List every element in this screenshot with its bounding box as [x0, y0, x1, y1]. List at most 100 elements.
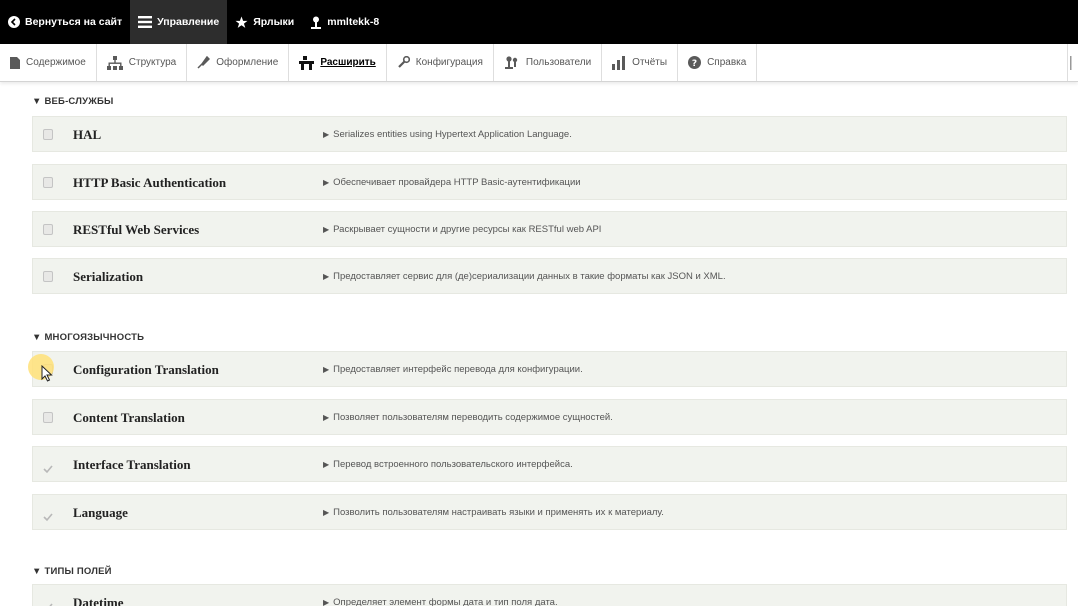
help-icon: ?: [688, 56, 702, 69]
tray-item-reports[interactable]: Отчёты: [602, 44, 679, 81]
module-description-toggle[interactable]: ▶ Serializes entities using Hypertext App…: [323, 117, 572, 153]
shortcuts-label: Ярлыки: [253, 16, 295, 28]
module-description: Предоставляет интерфейс перевода для кон…: [333, 364, 583, 375]
tray-item-appearance[interactable]: Оформление: [187, 44, 290, 81]
expand-arrow-icon: ▶: [323, 130, 330, 139]
module-description-toggle[interactable]: ▶ Определяет элемент формы дата и тип пол…: [323, 585, 558, 606]
module-row-restful: RESTful Web Services ▶ Раскрывает сущност…: [32, 211, 1067, 247]
tray-label-reports: Отчёты: [632, 57, 668, 68]
tray-item-people[interactable]: Пользователи: [494, 44, 603, 81]
expand-arrow-icon: ▶: [323, 413, 330, 422]
user-menu[interactable]: mmltekk-8: [302, 0, 387, 44]
check-icon: [43, 513, 53, 522]
manage-menu[interactable]: Управление: [130, 0, 228, 44]
module-checkbox-serialization[interactable]: [43, 271, 53, 282]
module-checkbox-datetime: [43, 597, 53, 606]
group-title-web-services[interactable]: ▼ ВЕБ-СЛУЖБЫ: [32, 96, 114, 107]
expand-arrow-icon: ▶: [323, 508, 330, 517]
module-name: Interface Translation: [73, 457, 191, 472]
hamburger-icon: [138, 16, 153, 28]
tray-item-extend[interactable]: Расширить: [289, 44, 387, 81]
tray-item-help[interactable]: ? Справка: [678, 44, 758, 81]
module-description-toggle[interactable]: ▶ Обеспечивает провайдера HTTP Basic-ауте…: [323, 165, 581, 201]
module-checkbox-hal[interactable]: [43, 129, 53, 140]
module-description: Позволяет пользователям переводить содер…: [333, 412, 613, 423]
expand-arrow-icon: ▶: [323, 225, 330, 234]
check-icon: [49, 603, 53, 606]
tray-label-appearance: Оформление: [216, 57, 279, 68]
expand-arrow-icon: ▶: [323, 598, 330, 606]
module-description-toggle[interactable]: ▶ Перевод встроенного пользовательского и…: [323, 447, 573, 483]
tray-label-configuration: Конфигурация: [415, 57, 483, 68]
module-row-datetime: Datetime ▶ Определяет элемент формы дата …: [32, 584, 1067, 606]
expand-arrow-icon: ▶: [323, 272, 330, 281]
module-description: Раскрывает сущности и другие ресурсы как…: [333, 224, 602, 235]
module-row-http-basic-auth: HTTP Basic Authentication ▶ Обеспечивает …: [32, 164, 1067, 200]
module-row-language: Language ▶ Позволить пользователям настра…: [32, 494, 1067, 530]
back-to-site-label: Вернуться на сайт: [25, 16, 123, 28]
module-row-config-translation: Configuration Translation ▶ Предоставляет…: [32, 351, 1067, 387]
module-row-hal: HAL ▶ Serializes entities using Hypertext…: [32, 116, 1067, 152]
module-description-toggle[interactable]: ▶ Позволить пользователям настраивать язы…: [323, 495, 664, 531]
module-name: Language: [73, 505, 128, 520]
module-row-serialization: Serialization ▶ Предоставляет сервис для …: [32, 258, 1067, 294]
extend-icon: [299, 55, 315, 70]
module-checkbox-content-translation[interactable]: [43, 412, 53, 423]
module-description-toggle[interactable]: ▶ Предоставляет сервис для (де)сериализац…: [323, 259, 726, 295]
svg-text:?: ?: [692, 59, 697, 69]
shortcuts-menu[interactable]: Ярлыки: [227, 0, 302, 44]
module-list: ▼ ВЕБ-СЛУЖБЫ HAL ▶ Serializes entities us…: [0, 82, 1078, 606]
user-label: mmltekk-8: [327, 16, 380, 28]
module-description: Предоставляет сервис для (де)сериализаци…: [333, 271, 726, 282]
module-checkbox-interface-translation: [43, 459, 53, 474]
module-checkbox-language: [43, 507, 53, 522]
people-icon: [504, 56, 518, 69]
expand-arrow-icon: ▶: [323, 178, 330, 187]
tray-label-people: Пользователи: [525, 57, 592, 68]
orientation-icon: [1070, 55, 1072, 70]
tray-label-structure: Структура: [128, 57, 177, 68]
module-name: HAL: [73, 127, 102, 142]
wrench-icon: [398, 56, 410, 68]
star-icon: [235, 16, 248, 28]
module-name: Configuration Translation: [73, 362, 219, 377]
module-name: Datetime: [73, 595, 124, 606]
check-icon: [43, 465, 53, 474]
module-name: Serialization: [73, 269, 144, 284]
tray-item-structure[interactable]: Структура: [97, 44, 188, 81]
tray-label-content: Содержимое: [26, 57, 86, 68]
module-row-content-translation: Content Translation ▶ Позволяет пользоват…: [32, 399, 1067, 435]
admin-toolbar: Вернуться на сайт Управление Ярлыки mmlt…: [0, 0, 1078, 44]
tray-item-configuration[interactable]: Конфигурация: [387, 44, 494, 81]
back-arrow-icon: [8, 16, 20, 28]
expand-arrow-icon: ▶: [323, 365, 330, 374]
module-description-toggle[interactable]: ▶ Предоставляет интерфейс перевода для ко…: [323, 352, 583, 388]
user-icon: [311, 16, 322, 29]
module-name: HTTP Basic Authentication: [73, 175, 227, 190]
module-name: RESTful Web Services: [73, 222, 200, 237]
module-description-toggle[interactable]: ▶ Раскрывает сущности и другие ресурсы ка…: [323, 212, 601, 248]
tray-item-content[interactable]: Содержимое: [0, 44, 97, 81]
tray-orientation-toggle[interactable]: [1068, 44, 1078, 81]
manage-label: Управление: [157, 16, 220, 28]
module-description: Позволить пользователям настраивать язык…: [333, 507, 664, 518]
module-description: Обеспечивает провайдера HTTP Basic-аутен…: [333, 177, 581, 188]
module-description: Serializes entities using Hypertext Appl…: [333, 129, 572, 140]
content-icon: [10, 56, 20, 69]
module-description-toggle[interactable]: ▶ Позволяет пользователям переводить соде…: [323, 400, 613, 436]
module-name: Content Translation: [73, 410, 185, 425]
module-checkbox-http-basic-auth[interactable]: [43, 177, 53, 188]
module-description: Перевод встроенного пользовательского ин…: [333, 459, 573, 470]
module-row-interface-translation: Interface Translation ▶ Перевод встроенно…: [32, 446, 1067, 482]
structure-icon: [106, 55, 123, 70]
module-description: Определяет элемент формы дата и тип поля…: [333, 597, 558, 606]
tray-label-extend: Расширить: [320, 57, 376, 68]
group-title-field-types[interactable]: ▼ ТИПЫ ПОЛЕЙ: [32, 566, 112, 577]
back-to-site-link[interactable]: Вернуться на сайт: [0, 0, 130, 44]
group-title-multilingual[interactable]: ▼ МНОГОЯЗЫЧНОСТЬ: [32, 332, 144, 343]
tray-label-help: Справка: [707, 57, 747, 68]
appearance-icon: [197, 56, 211, 69]
expand-arrow-icon: ▶: [323, 460, 330, 469]
module-checkbox-restful[interactable]: [43, 224, 53, 235]
tray-spacer: [757, 44, 1068, 81]
